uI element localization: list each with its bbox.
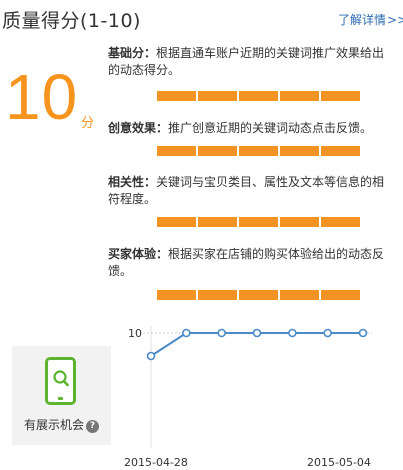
metric-creative-effect-bar <box>157 146 360 156</box>
quality-score-unit: 分 <box>81 116 95 131</box>
score-bar-segment <box>157 290 196 300</box>
x-tick-label: 2015-04-28 <box>124 456 188 469</box>
learn-more-link[interactable]: 了解详情>> <box>338 11 403 28</box>
metric-buyer-experience: 买家体验：根据买家在店铺的购买体验给出的动态反馈。 <box>108 246 394 280</box>
data-point[interactable] <box>146 351 156 361</box>
data-point[interactable] <box>182 328 191 338</box>
data-point[interactable] <box>288 328 297 338</box>
score-bar-segment <box>280 146 319 156</box>
score-bar-segment <box>239 217 278 227</box>
display-opportunity-text: 有展示机会? <box>12 416 111 433</box>
score-bar-segment <box>198 290 237 300</box>
score-bar-segment <box>198 146 237 156</box>
metric-base-score-bar <box>157 91 360 101</box>
chart-plot-area <box>146 328 368 361</box>
score-bar-segment <box>239 290 278 300</box>
mobile-search-icon <box>45 357 76 405</box>
metric-label: 相关性： <box>108 175 157 189</box>
score-trend-chart: 10 2015-04-28 2015-05-04 <box>124 326 372 469</box>
score-bar-segment <box>239 91 278 101</box>
score-bar-segment <box>280 91 319 101</box>
metric-label: 基础分： <box>108 46 157 60</box>
y-tick-label: 10 <box>128 327 142 340</box>
metric-label: 创意效果： <box>108 121 169 135</box>
x-tick-label: 2015-05-04 <box>307 456 371 469</box>
display-opportunity-label: 有展示机会 <box>23 418 84 432</box>
learn-more-label: 了解详情 <box>338 13 387 27</box>
score-bar-segment <box>321 290 360 300</box>
double-chevron-icon: >> <box>387 13 403 27</box>
data-point[interactable] <box>217 328 226 338</box>
metric-description: 推广创意近期的关键词动态点击反馈。 <box>168 121 373 135</box>
score-bar-segment <box>321 217 360 227</box>
page-title: 质量得分(1-10) <box>2 10 141 32</box>
quality-score-value: 10 <box>5 61 79 133</box>
score-bar-segment <box>198 217 237 227</box>
score-bar-segment <box>198 91 237 101</box>
score-bar-segment <box>321 91 360 101</box>
score-bar-segment <box>280 217 319 227</box>
score-bar-segment <box>157 91 196 101</box>
metric-relevance-bar <box>157 217 360 227</box>
display-opportunity-card: 有展示机会? <box>12 346 111 445</box>
data-point[interactable] <box>323 328 332 338</box>
metric-label: 买家体验： <box>108 247 169 261</box>
score-bar-segment <box>157 217 196 227</box>
data-point[interactable] <box>358 328 368 338</box>
metric-buyer-experience-bar <box>157 290 360 300</box>
help-icon[interactable]: ? <box>86 420 99 433</box>
score-bar-segment <box>321 146 360 156</box>
metric-creative-effect: 创意效果：推广创意近期的关键词动态点击反馈。 <box>108 120 394 137</box>
score-bar-segment <box>157 146 196 156</box>
data-point[interactable] <box>252 328 262 338</box>
metric-base-score: 基础分：根据直通车账户近期的关键词推广效果给出的动态得分。 <box>108 45 394 79</box>
score-bar-segment <box>280 290 319 300</box>
metric-relevance: 相关性：关键词与宝贝类目、属性及文本等信息的相符程度。 <box>108 174 394 208</box>
score-bar-segment <box>239 146 278 156</box>
